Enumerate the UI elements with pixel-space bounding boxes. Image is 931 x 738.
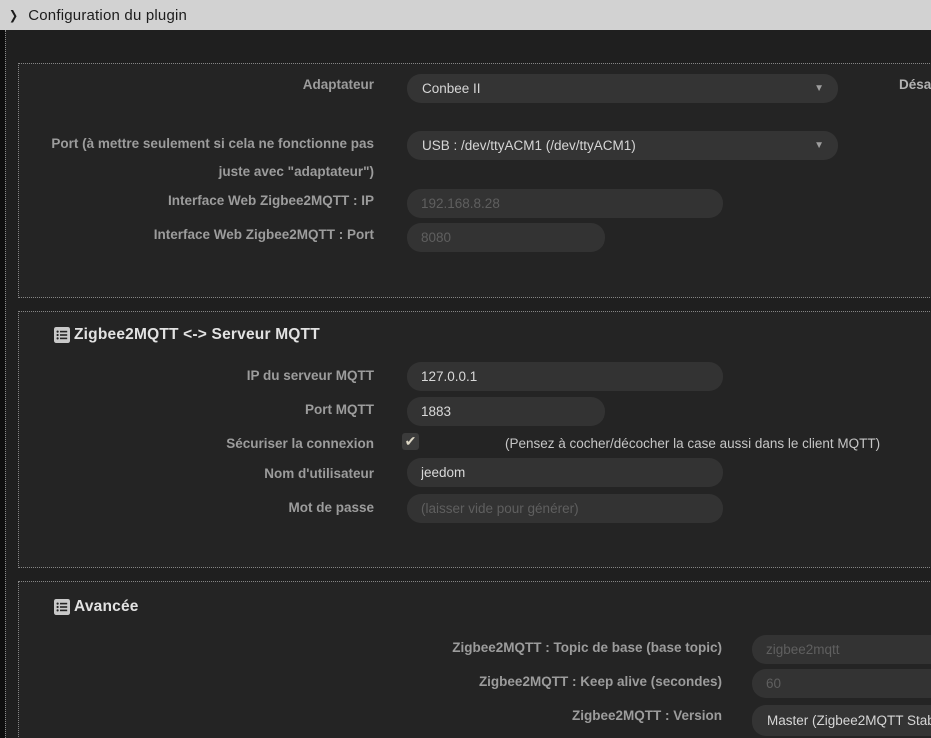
adapter-select[interactable]: Conbee II ▼ xyxy=(407,74,838,103)
list-alt-icon xyxy=(54,327,70,343)
adapter-label: Adaptateur xyxy=(302,77,374,92)
port-select[interactable]: USB : /dev/ttyACM1 (/dev/ttyACM1) ▼ xyxy=(407,131,838,160)
mqtt-section-header: Zigbee2MQTT <-> Serveur MQTT xyxy=(54,326,320,344)
port-label-line2: juste avec "adaptateur") xyxy=(218,164,374,179)
advanced-section-header: Avancée xyxy=(54,598,139,616)
keepalive-input[interactable] xyxy=(752,669,931,698)
adapter-select-value: Conbee II xyxy=(422,81,481,96)
plugin-config-accordion-header[interactable]: ❯ Configuration du plugin xyxy=(0,0,931,30)
list-alt-icon xyxy=(54,599,70,615)
port-label-line1: Port (à mettre seulement si cela ne fonc… xyxy=(51,136,374,151)
chevron-right-icon: ❯ xyxy=(9,8,19,23)
check-icon: ✔ xyxy=(404,432,417,449)
password-label: Mot de passe xyxy=(288,500,374,515)
base-topic-input[interactable] xyxy=(752,635,931,664)
secure-connection-label: Sécuriser la connexion xyxy=(226,436,374,451)
panel-mqtt: Zigbee2MQTT <-> Serveur MQTT IP du serve… xyxy=(18,311,931,568)
mqtt-port-label: Port MQTT xyxy=(305,402,374,417)
web-port-input[interactable] xyxy=(407,223,605,252)
port-select-value: USB : /dev/ttyACM1 (/dev/ttyACM1) xyxy=(422,138,636,153)
version-select-value: Master (Zigbee2MQTT Stabl xyxy=(767,713,931,728)
username-input[interactable] xyxy=(407,458,723,487)
mqtt-ip-label: IP du serveur MQTT xyxy=(246,368,374,383)
base-topic-label: Zigbee2MQTT : Topic de base (base topic) xyxy=(452,640,722,655)
web-ip-label: Interface Web Zigbee2MQTT : IP xyxy=(167,193,374,208)
panel-advanced: Avancée Zigbee2MQTT : Topic de base (bas… xyxy=(18,581,931,738)
keepalive-label: Zigbee2MQTT : Keep alive (secondes) xyxy=(478,674,722,689)
mqtt-port-input[interactable] xyxy=(407,397,605,426)
password-input[interactable] xyxy=(407,494,723,523)
username-label: Nom d'utilisateur xyxy=(264,466,374,481)
page-title: Configuration du plugin xyxy=(28,6,188,24)
mqtt-ip-input[interactable] xyxy=(407,362,723,391)
mqtt-section-title: Zigbee2MQTT <-> Serveur MQTT xyxy=(74,326,320,343)
port-label: Port (à mettre seulement si cela ne fonc… xyxy=(19,130,374,186)
web-port-label: Interface Web Zigbee2MQTT : Port xyxy=(153,227,374,242)
secure-connection-checkbox[interactable]: ✔ xyxy=(402,433,419,450)
chevron-down-icon: ▼ xyxy=(814,82,824,94)
secure-connection-note: (Pensez à cocher/décocher la case aussi … xyxy=(505,436,881,451)
version-label: Zigbee2MQTT : Version xyxy=(571,708,722,723)
plugin-config-container: Adaptateur Conbee II ▼ Désac Port (à met… xyxy=(5,30,931,738)
panel-adapter: Adaptateur Conbee II ▼ Désac Port (à met… xyxy=(18,63,931,298)
disable-button[interactable]: Désac xyxy=(899,77,931,92)
web-ip-input[interactable] xyxy=(407,189,723,218)
advanced-section-title: Avancée xyxy=(74,598,139,615)
version-select[interactable]: Master (Zigbee2MQTT Stabl ▼ xyxy=(752,705,931,736)
chevron-down-icon: ▼ xyxy=(814,139,824,151)
